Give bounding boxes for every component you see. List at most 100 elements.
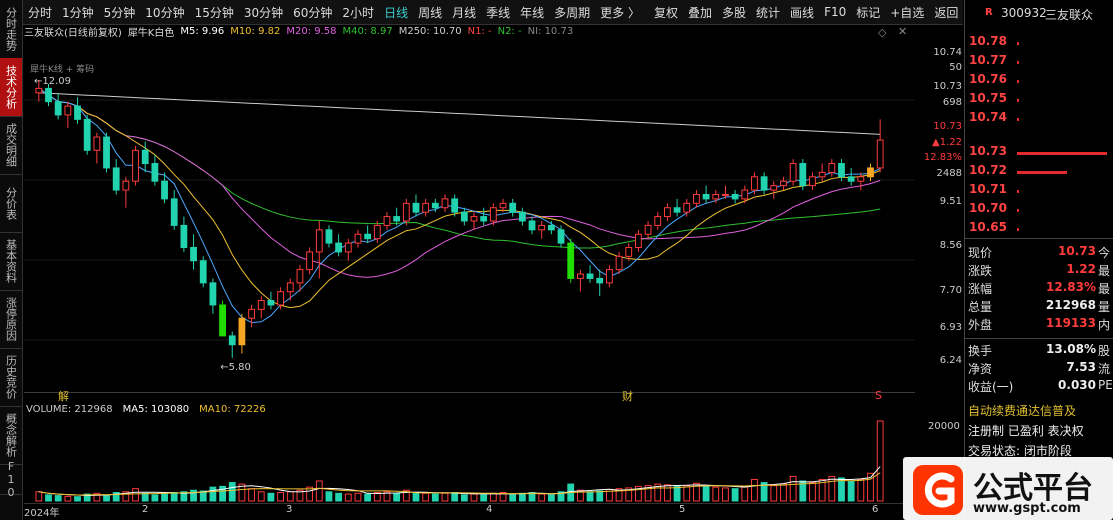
close-icon[interactable]: ✕ xyxy=(898,25,907,38)
candle[interactable] xyxy=(799,163,807,187)
candle[interactable] xyxy=(64,105,72,116)
candle[interactable] xyxy=(828,163,836,173)
volume-bar[interactable] xyxy=(712,486,720,502)
candle[interactable] xyxy=(315,229,323,253)
period-tab-12[interactable]: 年线 xyxy=(515,4,549,21)
volume-bar[interactable] xyxy=(422,492,430,502)
period-tab-10[interactable]: 月线 xyxy=(447,4,481,21)
sidebar-tab-7[interactable]: 概念解析 xyxy=(0,406,22,465)
candle[interactable] xyxy=(847,176,855,182)
ladder-row[interactable]: 10.73 xyxy=(965,144,1113,163)
candle[interactable] xyxy=(528,220,536,231)
volume-bar[interactable] xyxy=(538,493,546,502)
candle[interactable] xyxy=(248,308,255,319)
candle[interactable] xyxy=(112,167,120,191)
volume-bar[interactable] xyxy=(170,492,178,502)
sidebar-tab-8[interactable]: F10 xyxy=(0,460,22,499)
indicator-name[interactable]: 犀牛K白色 xyxy=(128,24,175,39)
candle[interactable] xyxy=(780,180,787,187)
candle[interactable] xyxy=(209,282,217,306)
volume-bar[interactable] xyxy=(586,491,594,502)
candle[interactable] xyxy=(635,233,642,249)
candle[interactable] xyxy=(673,207,681,213)
sidebar-tab-2[interactable]: 成交明细 xyxy=(0,116,22,175)
candle[interactable] xyxy=(838,163,845,178)
volume-bar[interactable] xyxy=(509,493,517,502)
candle[interactable] xyxy=(296,269,304,284)
volume-bar[interactable] xyxy=(267,492,275,502)
toolbar-action-8[interactable]: 返回 xyxy=(929,4,963,21)
ladder-row[interactable]: 10.78 xyxy=(965,34,1113,53)
candle[interactable] xyxy=(151,163,159,182)
volume-bar[interactable] xyxy=(344,493,352,502)
period-tab-11[interactable]: 季线 xyxy=(481,4,515,21)
volume-bar[interactable] xyxy=(741,485,749,502)
candle[interactable] xyxy=(267,300,275,306)
toolbar-action-0[interactable]: 复权 xyxy=(649,4,683,21)
period-tab-7[interactable]: 2小时 xyxy=(337,4,379,21)
candle[interactable] xyxy=(393,216,401,222)
ladder-row[interactable]: 10.71 xyxy=(965,182,1113,201)
toolbar-action-1[interactable]: 叠加 xyxy=(683,4,717,21)
volume-bar[interactable] xyxy=(838,477,845,502)
volume-bar[interactable] xyxy=(809,482,816,502)
candle[interactable] xyxy=(344,242,352,253)
toolbar-action-5[interactable]: F10 xyxy=(819,5,851,19)
candle[interactable] xyxy=(431,202,439,209)
candle[interactable] xyxy=(731,193,739,200)
volume-chart[interactable] xyxy=(24,403,915,503)
candle[interactable] xyxy=(760,176,768,191)
candle[interactable] xyxy=(238,317,246,346)
sidebar-tab-1[interactable]: 技术分析 xyxy=(0,58,22,117)
candle[interactable] xyxy=(190,247,197,262)
candle[interactable] xyxy=(712,193,720,200)
sidebar-tab-0[interactable]: 分时走势 xyxy=(0,0,22,59)
ladder-row[interactable]: 10.65 xyxy=(965,220,1113,239)
candle[interactable] xyxy=(586,273,594,279)
candle[interactable] xyxy=(547,224,555,231)
candle[interactable] xyxy=(576,273,584,279)
candle[interactable] xyxy=(412,202,420,213)
candle[interactable] xyxy=(480,216,488,222)
candle[interactable] xyxy=(35,87,43,94)
candle[interactable] xyxy=(693,193,700,204)
sidebar-tab-3[interactable]: 分价表 xyxy=(0,174,22,233)
toolbar-action-4[interactable]: 画线 xyxy=(785,4,819,21)
candle[interactable] xyxy=(354,233,362,244)
candle[interactable] xyxy=(54,101,62,116)
ladder-row[interactable]: 10.77 xyxy=(965,53,1113,72)
volume-bar[interactable] xyxy=(441,492,449,502)
volume-bar[interactable] xyxy=(489,492,497,502)
ladder-row[interactable]: 10.76 xyxy=(965,72,1113,91)
candle[interactable] xyxy=(518,211,526,222)
volume-bar[interactable] xyxy=(393,492,401,502)
candle[interactable] xyxy=(83,118,91,151)
sidebar-tab-6[interactable]: 历史竞价 xyxy=(0,348,22,407)
period-tab-2[interactable]: 5分钟 xyxy=(99,4,141,21)
earnings-marker[interactable]: 财 xyxy=(622,388,633,404)
candle[interactable] xyxy=(402,202,410,222)
volume-bar[interactable] xyxy=(876,420,884,502)
candle[interactable] xyxy=(683,202,691,213)
volume-bar[interactable] xyxy=(64,495,72,502)
period-tab-9[interactable]: 周线 xyxy=(413,4,447,21)
candle[interactable] xyxy=(770,185,778,191)
volume-bar[interactable] xyxy=(518,492,526,502)
volume-bar[interactable] xyxy=(209,486,217,502)
candle[interactable] xyxy=(615,255,623,271)
news-item[interactable]: 自动续费通达信普及 xyxy=(968,402,1076,419)
volume-bar[interactable] xyxy=(460,494,468,502)
candle[interactable] xyxy=(422,202,430,213)
volume-bar[interactable] xyxy=(828,475,836,502)
candle[interactable] xyxy=(664,207,671,218)
candle[interactable] xyxy=(567,242,575,279)
volume-bar[interactable] xyxy=(702,485,710,502)
sidebar-tab-4[interactable]: 基本资料 xyxy=(0,232,22,291)
toolbar-action-6[interactable]: 标记 xyxy=(851,4,885,21)
volume-bar[interactable] xyxy=(74,496,81,502)
volume-bar[interactable] xyxy=(683,485,691,502)
candle[interactable] xyxy=(219,304,226,337)
candle[interactable] xyxy=(286,282,294,293)
candlestick-chart[interactable]: ←12.09犀牛K线 + 筹码 ←5.80 xyxy=(24,40,915,392)
candle[interactable] xyxy=(722,193,729,196)
